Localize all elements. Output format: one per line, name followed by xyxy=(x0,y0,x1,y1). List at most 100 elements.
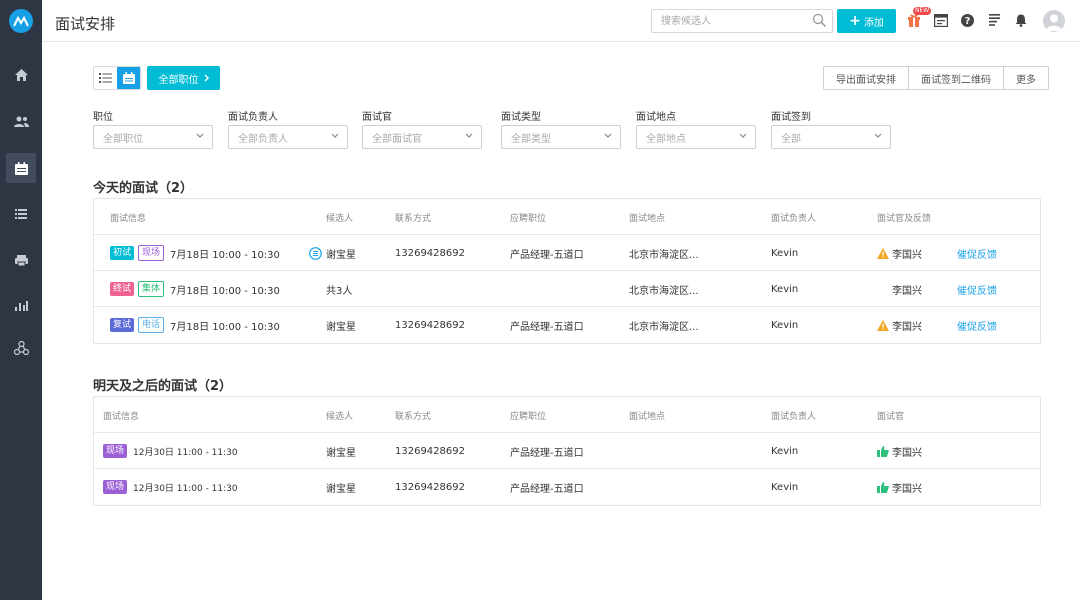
round-tag: 复试 xyxy=(110,318,135,332)
add-button[interactable]: + 添加 xyxy=(837,9,896,33)
upcoming-section-title: 明天及之后的面试（2） xyxy=(93,379,233,394)
owner-cell: Kevin xyxy=(771,481,799,493)
list-view-button[interactable] xyxy=(94,67,117,89)
people-icon[interactable] xyxy=(6,106,36,136)
select-value: 全部地点 xyxy=(646,133,686,145)
bar-chart-icon[interactable] xyxy=(6,291,36,321)
candidate-cell[interactable]: 谢宝星 xyxy=(309,235,356,271)
candidate-cell[interactable]: 谢宝星 xyxy=(326,469,356,505)
table-row[interactable]: 现场 12月30日 11:00 - 11:30 谢宝星 13269428692 … xyxy=(94,469,1040,505)
remind-feedback-link[interactable]: 催促反馈 xyxy=(957,307,997,343)
upcoming-table: 面试信息 候选人 联系方式 应聘职位 面试地点 面试负责人 面试官 现场 12月… xyxy=(93,396,1041,506)
remind-feedback-link[interactable]: 催促反馈 xyxy=(957,271,997,307)
interview-info: 复试 电话 7月18日 10:00 - 10:30 xyxy=(110,307,280,343)
document-icon[interactable] xyxy=(986,12,1002,28)
filter-label: 面试签到 xyxy=(771,112,811,123)
calendar-view-button[interactable] xyxy=(117,67,140,89)
location-cell: 北京市海淀区... xyxy=(629,285,699,297)
round-tag: 终试 xyxy=(110,282,135,296)
interviewer-cell: 李国兴 xyxy=(877,433,922,469)
round-tag: 初试 xyxy=(110,246,135,260)
select-value: 全部负责人 xyxy=(238,133,288,145)
select-value: 全部 xyxy=(781,133,801,145)
owner-cell: Kevin xyxy=(771,283,799,295)
chevron-down-icon xyxy=(739,133,747,138)
search-input[interactable] xyxy=(652,10,802,32)
location-select[interactable]: 全部地点 xyxy=(636,125,756,149)
position-select[interactable]: 全部职位 xyxy=(93,125,213,149)
contact-cell: 13269428692 xyxy=(395,445,465,457)
list-icon[interactable] xyxy=(6,199,36,229)
export-button[interactable]: 导出面试安排 xyxy=(824,67,909,89)
header-contact: 联系方式 xyxy=(395,213,432,224)
avatar[interactable] xyxy=(1043,10,1065,32)
header-owner: 面试负责人 xyxy=(771,213,817,224)
mode-tag: 集体 xyxy=(138,281,165,297)
job-filter-label: 全部职位 xyxy=(158,74,199,86)
interviewer-name: 李国兴 xyxy=(892,447,922,459)
owner-cell: Kevin xyxy=(771,445,799,457)
interview-time: 7月18日 10:00 - 10:30 xyxy=(170,249,280,261)
window-icon[interactable] xyxy=(933,12,949,28)
calendar-icon[interactable] xyxy=(6,153,36,183)
chevron-down-icon xyxy=(465,133,473,138)
action-button-group: 导出面试安排 面试签到二维码 更多 xyxy=(823,66,1049,90)
owner-select[interactable]: 全部负责人 xyxy=(228,125,348,149)
help-icon[interactable]: ? xyxy=(959,12,975,28)
owner-cell: Kevin xyxy=(771,247,799,259)
interview-time: 7月18日 10:00 - 10:30 xyxy=(170,321,280,333)
header-location: 面试地点 xyxy=(629,411,666,422)
header-info: 面试信息 xyxy=(103,411,140,422)
search-box[interactable] xyxy=(651,9,833,33)
interviewer-name: 李国兴 xyxy=(892,483,922,495)
new-badge: NEW xyxy=(913,7,932,15)
position-cell: 产品经理-五道口 xyxy=(510,321,584,333)
location-cell: 北京市海淀区... xyxy=(629,321,699,333)
interviewer-cell: 李国兴 xyxy=(877,235,922,271)
more-button[interactable]: 更多 xyxy=(1004,67,1048,89)
interviewer-select[interactable]: 全部面试官 xyxy=(362,125,482,149)
interview-info: 初试 现场 7月18日 10:00 - 10:30 xyxy=(110,235,280,271)
interviewer-name: 李国兴 xyxy=(892,321,922,333)
filter-label: 面试类型 xyxy=(501,112,541,123)
candidate-name: 谢宝星 xyxy=(326,249,356,261)
filter-type: 面试类型 全部类型 xyxy=(501,108,621,149)
filter-label: 面试官 xyxy=(362,112,392,123)
interviewer-cell: 李国兴 xyxy=(877,307,922,343)
filter-label: 面试负责人 xyxy=(228,112,278,123)
qrcode-button[interactable]: 面试签到二维码 xyxy=(909,67,1004,89)
table-row[interactable]: 现场 12月30日 11:00 - 11:30 谢宝星 13269428692 … xyxy=(94,433,1040,469)
chevron-down-icon xyxy=(874,133,882,138)
filter-checkin: 面试签到 全部 xyxy=(771,108,891,149)
plus-icon: + xyxy=(849,13,861,29)
type-select[interactable]: 全部类型 xyxy=(501,125,621,149)
job-filter-button[interactable]: 全部职位 xyxy=(147,66,220,90)
header-interviewer: 面试官及反馈 xyxy=(877,213,932,224)
home-icon[interactable] xyxy=(6,60,36,90)
warning-icon xyxy=(877,319,889,331)
logo-icon[interactable] xyxy=(9,9,33,33)
candidate-cell[interactable]: 共3人 xyxy=(326,271,352,307)
table-row[interactable]: 初试 现场 7月18日 10:00 - 10:30 谢宝星 1326942869… xyxy=(94,235,1040,271)
thumbs-up-icon xyxy=(877,445,889,457)
filter-interviewer: 面试官 全部面试官 xyxy=(362,108,482,149)
location-cell: 北京市海淀区... xyxy=(629,249,699,261)
candidate-cell[interactable]: 谢宝星 xyxy=(326,307,356,343)
network-icon[interactable] xyxy=(6,333,36,363)
interview-time: 12月30日 11:00 - 11:30 xyxy=(133,447,238,458)
interviewer-cell: 李国兴 xyxy=(877,469,922,505)
candidate-cell[interactable]: 谢宝星 xyxy=(326,433,356,469)
select-value: 全部职位 xyxy=(103,133,143,145)
table-row[interactable]: 终试 集体 7月18日 10:00 - 10:30 共3人 北京市海淀区... … xyxy=(94,271,1040,307)
checkin-select[interactable]: 全部 xyxy=(771,125,891,149)
remind-feedback-link[interactable]: 催促反馈 xyxy=(957,235,997,271)
bell-icon[interactable] xyxy=(1013,12,1029,28)
header-candidate: 候选人 xyxy=(326,411,354,422)
header-interviewer: 面试官 xyxy=(877,411,905,422)
interview-time: 12月30日 11:00 - 11:30 xyxy=(133,483,238,494)
search-icon[interactable] xyxy=(812,13,827,31)
table-row[interactable]: 复试 电话 7月18日 10:00 - 10:30 谢宝星 1326942869… xyxy=(94,307,1040,343)
printer-icon[interactable] xyxy=(6,245,36,275)
interviewer-name: 李国兴 xyxy=(892,249,922,261)
position-cell: 产品经理-五道口 xyxy=(510,483,584,495)
